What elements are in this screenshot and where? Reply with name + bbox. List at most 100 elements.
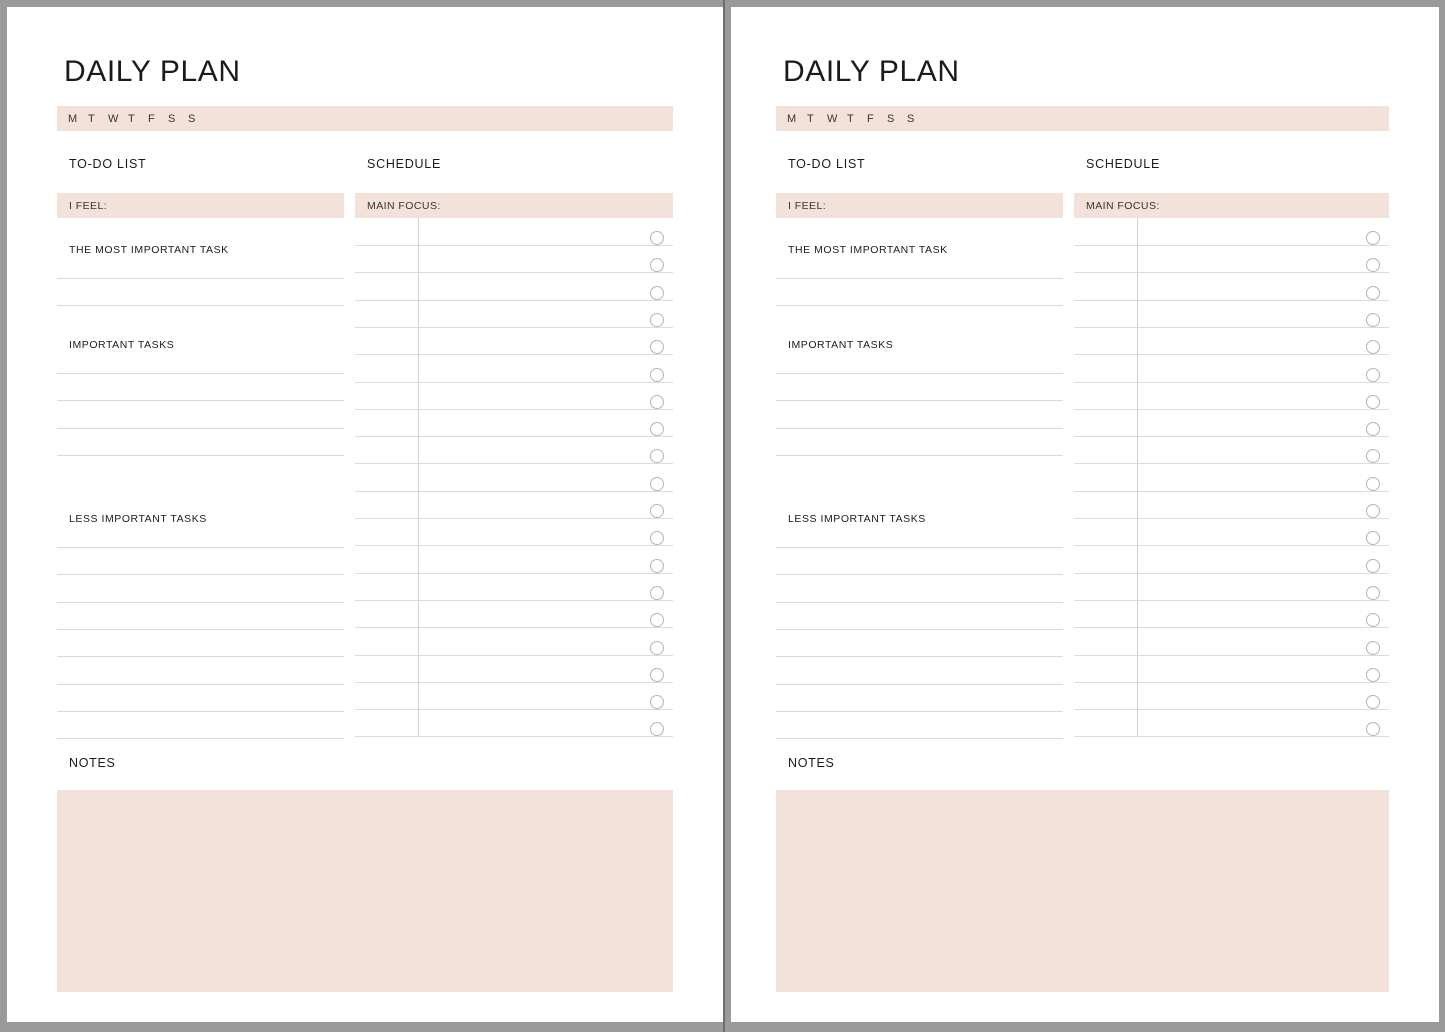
todo-write-line[interactable] — [776, 711, 1063, 712]
todo-write-line[interactable] — [57, 684, 344, 685]
schedule-row-line[interactable] — [1074, 600, 1389, 601]
schedule-checkbox[interactable] — [1366, 641, 1380, 655]
schedule-row-line[interactable] — [1074, 655, 1389, 656]
schedule-row-line[interactable] — [1074, 709, 1389, 710]
schedule-row-line[interactable] — [1074, 436, 1389, 437]
schedule-row-line[interactable] — [1074, 491, 1389, 492]
schedule-row-line[interactable] — [1074, 327, 1389, 328]
day-right-6[interactable]: S — [907, 113, 927, 125]
todo-write-line[interactable] — [57, 373, 344, 374]
todo-write-line[interactable] — [57, 602, 344, 603]
schedule-checkbox[interactable] — [1366, 258, 1380, 272]
todo-write-line[interactable] — [776, 574, 1063, 575]
todo-write-line[interactable] — [776, 602, 1063, 603]
day-left-0[interactable]: M — [68, 113, 88, 125]
day-right-3[interactable]: T — [847, 113, 867, 125]
schedule-row-line[interactable] — [1074, 300, 1389, 301]
day-left-4[interactable]: F — [148, 113, 168, 125]
i-feel-field[interactable]: I FEEL: — [57, 193, 344, 218]
main-focus-field[interactable]: MAIN FOCUS: — [355, 193, 673, 218]
schedule-row-line[interactable] — [1074, 545, 1389, 546]
day-left-2[interactable]: W — [108, 113, 128, 125]
schedule-checkbox[interactable] — [650, 313, 664, 327]
day-left-3[interactable]: T — [128, 113, 148, 125]
todo-write-line[interactable] — [57, 629, 344, 630]
schedule-checkbox[interactable] — [650, 668, 664, 682]
schedule-checkbox[interactable] — [1366, 477, 1380, 491]
schedule-row-line[interactable] — [1074, 518, 1389, 519]
todo-write-line[interactable] — [776, 428, 1063, 429]
schedule-row-line[interactable] — [1074, 573, 1389, 574]
schedule-checkbox[interactable] — [650, 559, 664, 573]
schedule-checkbox[interactable] — [650, 449, 664, 463]
schedule-row-line[interactable] — [355, 245, 673, 246]
day-right-4[interactable]: F — [867, 113, 887, 125]
schedule-row-line[interactable] — [355, 736, 673, 737]
schedule-checkbox[interactable] — [650, 641, 664, 655]
schedule-row-line[interactable] — [1074, 627, 1389, 628]
schedule-checkbox[interactable] — [650, 531, 664, 545]
todo-write-line[interactable] — [776, 684, 1063, 685]
schedule-row-line[interactable] — [355, 436, 673, 437]
schedule-checkbox[interactable] — [1366, 449, 1380, 463]
schedule-row-line[interactable] — [355, 354, 673, 355]
day-right-2[interactable]: W — [827, 113, 847, 125]
schedule-checkbox[interactable] — [650, 722, 664, 736]
schedule-checkbox[interactable] — [1366, 722, 1380, 736]
schedule-row-line[interactable] — [355, 300, 673, 301]
schedule-checkbox[interactable] — [650, 477, 664, 491]
schedule-checkbox[interactable] — [650, 586, 664, 600]
schedule-checkbox[interactable] — [650, 695, 664, 709]
day-left-1[interactable]: T — [88, 113, 108, 125]
schedule-row-line[interactable] — [1074, 354, 1389, 355]
todo-write-line[interactable] — [776, 629, 1063, 630]
todo-write-line[interactable] — [776, 547, 1063, 548]
schedule-checkbox[interactable] — [1366, 531, 1380, 545]
schedule-checkbox[interactable] — [1366, 286, 1380, 300]
schedule-checkbox[interactable] — [650, 231, 664, 245]
day-right-1[interactable]: T — [807, 113, 827, 125]
todo-write-line[interactable] — [776, 400, 1063, 401]
schedule-checkbox[interactable] — [1366, 231, 1380, 245]
schedule-checkbox[interactable] — [1366, 368, 1380, 382]
todo-write-line[interactable] — [776, 278, 1063, 279]
schedule-row-line[interactable] — [1074, 463, 1389, 464]
todo-write-line[interactable] — [57, 455, 344, 456]
schedule-row-line[interactable] — [1074, 245, 1389, 246]
schedule-row-line[interactable] — [1074, 272, 1389, 273]
schedule-row-line[interactable] — [355, 600, 673, 601]
schedule-row-line[interactable] — [355, 272, 673, 273]
schedule-row-line[interactable] — [355, 518, 673, 519]
schedule-checkbox[interactable] — [1366, 313, 1380, 327]
schedule-row-line[interactable] — [355, 709, 673, 710]
schedule-row-line[interactable] — [355, 327, 673, 328]
schedule-checkbox[interactable] — [1366, 422, 1380, 436]
schedule-checkbox[interactable] — [1366, 695, 1380, 709]
schedule-checkbox[interactable] — [1366, 613, 1380, 627]
schedule-checkbox[interactable] — [650, 422, 664, 436]
day-left-5[interactable]: S — [168, 113, 188, 125]
schedule-checkbox[interactable] — [650, 395, 664, 409]
schedule-checkbox[interactable] — [650, 613, 664, 627]
todo-write-line[interactable] — [776, 373, 1063, 374]
todo-write-line[interactable] — [57, 711, 344, 712]
todo-write-line[interactable] — [57, 278, 344, 279]
schedule-row-line[interactable] — [355, 655, 673, 656]
schedule-row-line[interactable] — [355, 545, 673, 546]
schedule-checkbox[interactable] — [650, 504, 664, 518]
todo-write-line[interactable] — [57, 738, 344, 739]
main-focus-field[interactable]: MAIN FOCUS: — [1074, 193, 1389, 218]
todo-write-line[interactable] — [57, 574, 344, 575]
schedule-row-line[interactable] — [355, 682, 673, 683]
day-right-0[interactable]: M — [787, 113, 807, 125]
schedule-checkbox[interactable] — [650, 258, 664, 272]
schedule-checkbox[interactable] — [1366, 668, 1380, 682]
todo-write-line[interactable] — [57, 428, 344, 429]
schedule-checkbox[interactable] — [1366, 395, 1380, 409]
todo-write-line[interactable] — [776, 656, 1063, 657]
day-right-5[interactable]: S — [887, 113, 907, 125]
schedule-row-line[interactable] — [1074, 409, 1389, 410]
schedule-row-line[interactable] — [1074, 736, 1389, 737]
schedule-checkbox[interactable] — [1366, 340, 1380, 354]
notes-area[interactable] — [57, 790, 673, 992]
